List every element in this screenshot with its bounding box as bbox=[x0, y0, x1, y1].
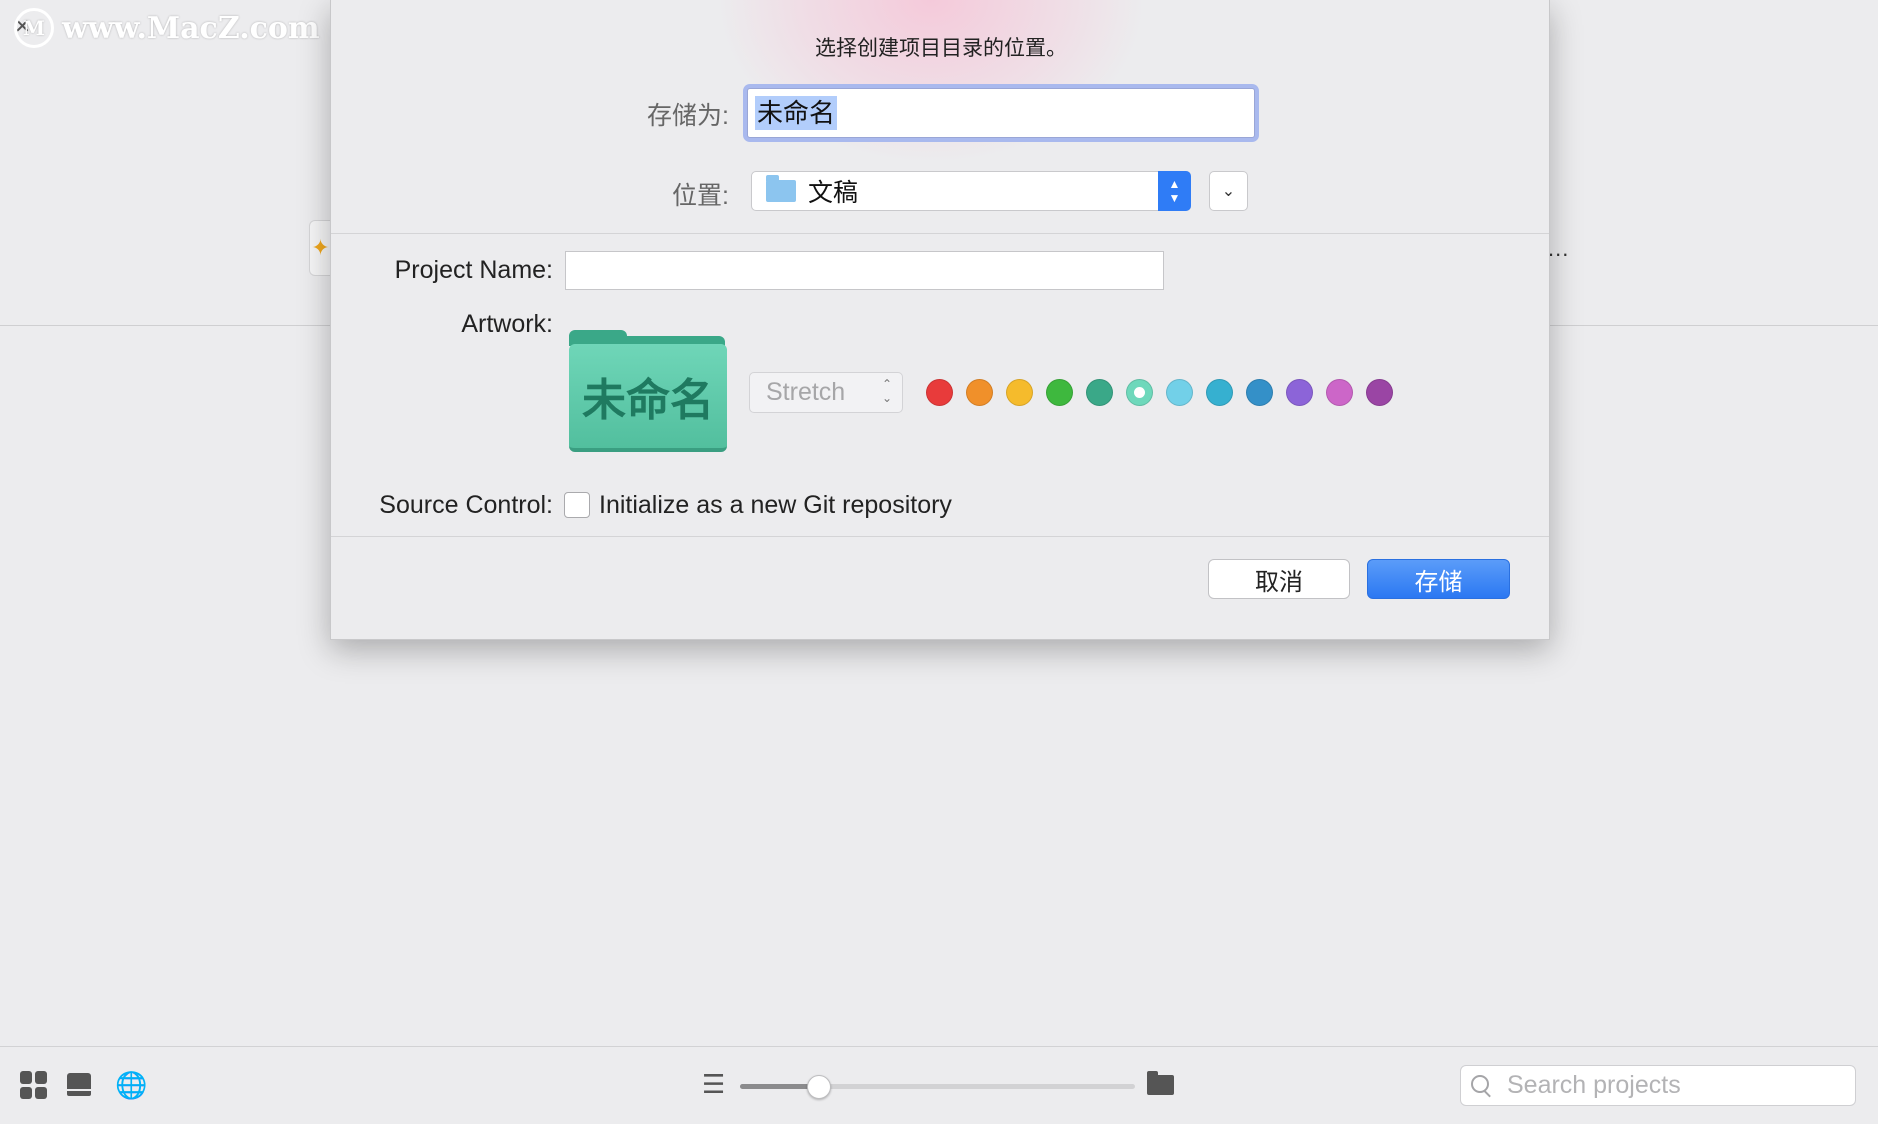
search-field[interactable] bbox=[1460, 1065, 1856, 1106]
cancel-button[interactable]: 取消 bbox=[1208, 559, 1350, 599]
project-name-label: Project Name: bbox=[394, 256, 553, 284]
watermark: M www.MacZ.com bbox=[14, 8, 320, 48]
chevron-up-down-icon[interactable]: ▲ ▼ bbox=[1158, 171, 1191, 211]
color-swatch[interactable] bbox=[1246, 379, 1273, 406]
watermark-text: www.MacZ.com bbox=[62, 10, 320, 46]
globe-icon[interactable]: 🌐 bbox=[115, 1071, 147, 1099]
source-control-label: Source Control: bbox=[379, 491, 553, 519]
folder-icon[interactable] bbox=[1147, 1071, 1174, 1095]
location-label: 位置: bbox=[672, 182, 729, 210]
artwork-folder-text: 未命名 bbox=[569, 344, 727, 452]
drive-icon[interactable] bbox=[67, 1071, 93, 1097]
color-swatch[interactable] bbox=[1206, 379, 1233, 406]
color-swatch[interactable] bbox=[926, 379, 953, 406]
search-input[interactable] bbox=[1507, 1071, 1837, 1100]
save-as-value: 未命名 bbox=[755, 96, 838, 130]
sparkle-icon: ✦ bbox=[309, 220, 331, 276]
list-view-icon[interactable]: ☰ bbox=[702, 1070, 725, 1098]
color-swatch[interactable] bbox=[1166, 379, 1193, 406]
git-init-checkbox[interactable] bbox=[564, 492, 590, 518]
artwork-fit-select[interactable]: Stretch ⌃ ⌄ bbox=[749, 372, 903, 413]
search-icon bbox=[1471, 1074, 1493, 1097]
artwork-preview[interactable]: 未命名 bbox=[569, 330, 729, 454]
separator bbox=[331, 536, 1549, 537]
color-swatch[interactable] bbox=[1286, 379, 1313, 406]
zoom-slider-thumb[interactable] bbox=[807, 1075, 831, 1099]
color-swatch[interactable] bbox=[1006, 379, 1033, 406]
more-icon[interactable]: ... bbox=[1548, 236, 1569, 262]
expand-dialog-button[interactable]: ⌄ bbox=[1209, 171, 1248, 211]
color-swatch[interactable] bbox=[966, 379, 993, 406]
save-dialog: 选择创建项目目录的位置。 存储为: 未命名 位置: 文稿 ▲ ▼ ⌄ Projec… bbox=[330, 0, 1550, 640]
save-button[interactable]: 存储 bbox=[1367, 559, 1510, 599]
save-as-field[interactable]: 未命名 bbox=[747, 88, 1255, 138]
project-name-input[interactable] bbox=[565, 251, 1164, 290]
artwork-label: Artwork: bbox=[461, 310, 553, 338]
separator bbox=[331, 233, 1549, 234]
color-swatch[interactable] bbox=[1366, 379, 1393, 406]
folder-icon bbox=[766, 175, 796, 202]
save-as-label: 存储为: bbox=[647, 102, 729, 130]
git-init-label[interactable]: Initialize as a new Git repository bbox=[599, 491, 952, 520]
location-value: 文稿 bbox=[808, 179, 859, 207]
dialog-message: 选择创建项目目录的位置。 bbox=[815, 37, 1067, 60]
color-swatch[interactable] bbox=[1126, 379, 1153, 406]
color-swatch[interactable] bbox=[1046, 379, 1073, 406]
zoom-slider[interactable] bbox=[740, 1075, 1135, 1099]
color-swatch[interactable] bbox=[1326, 379, 1353, 406]
chevron-up-down-icon: ⌃ ⌄ bbox=[881, 377, 892, 405]
watermark-logo-icon: M bbox=[14, 8, 54, 48]
location-select[interactable]: 文稿 ▲ ▼ bbox=[751, 171, 1191, 211]
chevron-down-icon: ⌄ bbox=[1221, 183, 1236, 200]
artwork-fit-value: Stretch bbox=[766, 378, 846, 406]
grid-view-icon[interactable] bbox=[20, 1071, 48, 1099]
color-swatch[interactable] bbox=[1086, 379, 1113, 406]
